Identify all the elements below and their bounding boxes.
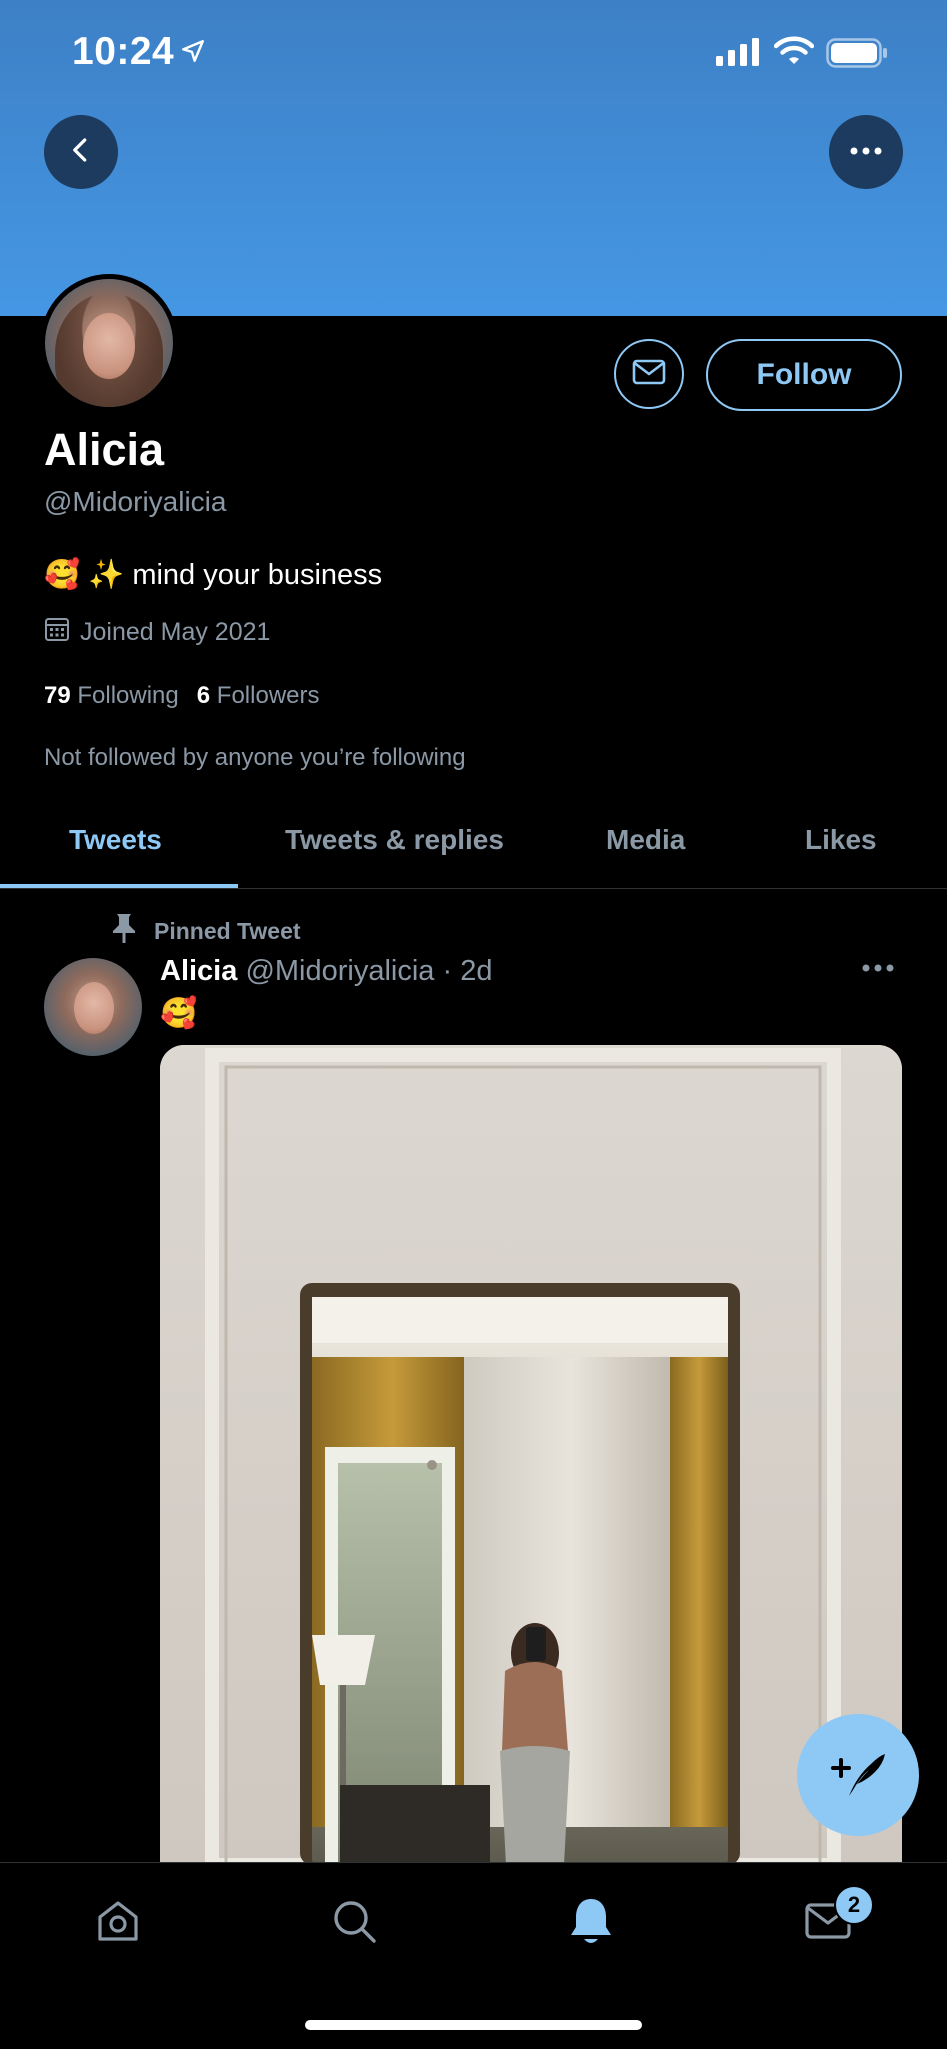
profile-avatar[interactable] <box>40 274 178 412</box>
avatar-face <box>83 313 135 379</box>
profile-name: Alicia <box>44 424 165 475</box>
followers-label: Followers <box>216 682 320 709</box>
message-button[interactable] <box>614 339 684 409</box>
profile-bio: 🥰 ✨ mind your business <box>44 559 383 591</box>
following-link[interactable]: 79 Following <box>44 682 179 709</box>
back-button[interactable] <box>44 115 118 189</box>
ellipsis-icon <box>850 143 882 161</box>
tweet-header: Alicia @Midoriyalicia · 2d <box>160 955 492 988</box>
followers-count: 6 <box>196 682 211 709</box>
nav-messages[interactable]: 2 <box>798 1885 874 1953</box>
tweet-photo[interactable] <box>160 1045 902 1865</box>
not-followed-note: Not followed by anyone you’re following <box>44 744 466 771</box>
follow-counts: 79 Following 6 Followers <box>44 682 320 710</box>
tab-tweets[interactable]: Tweets <box>69 824 162 856</box>
chevron-left-icon <box>66 135 96 170</box>
pin-icon <box>110 912 138 950</box>
nav-search[interactable] <box>324 1893 384 1953</box>
compose-tweet-button[interactable] <box>797 1714 919 1836</box>
joined-text: Joined May 2021 <box>80 618 271 646</box>
tweet-avatar[interactable] <box>44 958 142 1056</box>
tab-media[interactable]: Media <box>606 824 685 856</box>
status-bar: 10:24 <box>0 0 947 110</box>
battery-icon <box>826 38 888 73</box>
calendar-icon <box>44 616 70 649</box>
tweet-avatar-face <box>74 982 114 1034</box>
following-count: 79 <box>44 682 71 709</box>
tab-likes[interactable]: Likes <box>805 824 877 856</box>
pinned-label: Pinned Tweet <box>154 917 301 944</box>
messages-badge: 2 <box>834 1885 874 1925</box>
wifi-icon <box>773 36 815 71</box>
nav-notifications[interactable] <box>561 1893 621 1953</box>
status-time: 10:24 <box>72 30 175 73</box>
home-icon <box>94 1897 142 1950</box>
tweet-text: 🥰 <box>160 997 198 1030</box>
tweet-more-icon[interactable] <box>862 960 894 978</box>
follow-button[interactable]: Follow <box>706 339 902 411</box>
following-label: Following <box>77 682 179 709</box>
profile-handle: @Midoriyalicia <box>44 486 227 517</box>
envelope-icon <box>632 359 666 390</box>
nav-home[interactable] <box>88 1893 148 1953</box>
notifications-icon <box>567 1895 615 1952</box>
location-arrow-icon <box>180 38 206 69</box>
home-indicator[interactable] <box>305 2020 642 2030</box>
joined-date: Joined May 2021 <box>44 616 270 649</box>
tweet-author-name[interactable]: Alicia <box>160 955 237 987</box>
tweet-author-meta: @Midoriyalicia · 2d <box>245 955 493 987</box>
more-options-button[interactable] <box>829 115 903 189</box>
profile-tabs: Tweets Tweets & replies Media Likes <box>0 806 947 889</box>
active-tab-indicator <box>0 884 238 888</box>
search-icon <box>330 1897 378 1950</box>
pinned-indicator: Pinned Tweet <box>110 912 301 950</box>
tab-tweets-replies[interactable]: Tweets & replies <box>285 824 504 856</box>
compose-feather-icon <box>827 1746 889 1805</box>
cellular-signal-icon <box>716 38 760 71</box>
followers-link[interactable]: 6 Followers <box>197 682 320 709</box>
